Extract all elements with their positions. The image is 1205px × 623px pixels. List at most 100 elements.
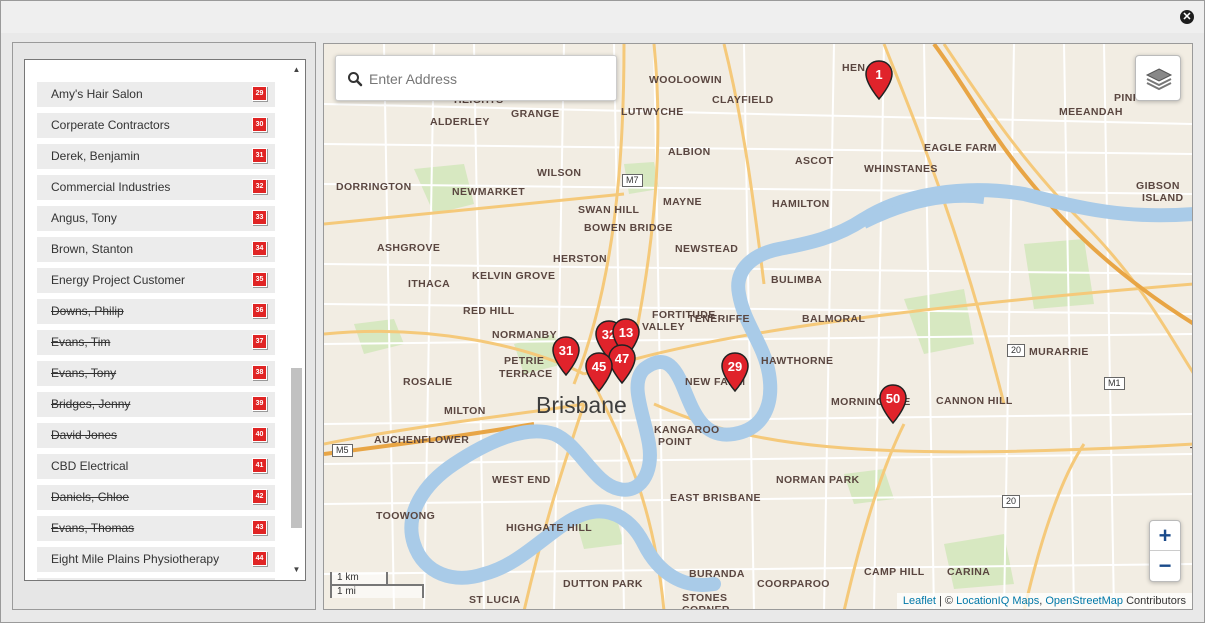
map-place-label: WHINSTANES — [864, 163, 938, 175]
scroll-thumb[interactable] — [291, 368, 302, 528]
marker-number-badge[interactable]: 37 — [252, 334, 267, 349]
map-place-label: ROSALIE — [403, 376, 453, 388]
map-place-label: GRANGE — [511, 108, 560, 120]
list-item[interactable]: Daniels, Chloe 42 — [37, 485, 275, 510]
map-place-label: HEN — [842, 62, 866, 74]
map-place-label: ISLAND — [1142, 192, 1184, 204]
marker-number-badge[interactable]: 42 — [252, 489, 267, 504]
leaflet-link[interactable]: Leaflet — [903, 595, 936, 607]
list-item[interactable]: Eight Mile Plains Physiotherapy 44 — [37, 547, 275, 572]
map-place-label: BULIMBA — [771, 274, 823, 286]
list-item[interactable]: David Jones 40 — [37, 423, 275, 448]
layers-icon — [1145, 68, 1173, 91]
layers-button[interactable] — [1135, 55, 1181, 101]
map-marker[interactable]: 50 — [879, 384, 907, 425]
list-item-label: David Jones — [51, 428, 118, 442]
marker-number-badge[interactable]: 44 — [252, 551, 267, 566]
map-place-label: CARINA — [947, 566, 991, 578]
map-place-label: POINT — [658, 436, 693, 448]
list-item[interactable]: Brown, Stanton 34 — [37, 237, 275, 262]
scroll-down-icon[interactable]: ▼ — [288, 562, 305, 578]
list-item-label: Downs, Philip — [51, 304, 124, 318]
map-marker[interactable]: 31 — [552, 336, 580, 377]
list-item[interactable]: Angus, Tony 33 — [37, 206, 275, 231]
map-place-label: CANNON HILL — [936, 395, 1013, 407]
zoom-out-button[interactable]: − — [1150, 551, 1180, 581]
road-shield: M7 — [622, 174, 643, 187]
map-marker[interactable]: 1 — [865, 60, 893, 101]
map-place-label: SWAN HILL — [578, 204, 640, 216]
list-item[interactable]: Energy Project Customer 35 — [37, 268, 275, 293]
road-shield: M1 — [1104, 377, 1125, 390]
map-place-label: MURARRIE — [1029, 346, 1089, 358]
list-item[interactable]: Commercial Industries 32 — [37, 175, 275, 200]
osm-link[interactable]: OpenStreetMap — [1045, 595, 1123, 607]
marker-number-badge[interactable]: 41 — [252, 458, 267, 473]
marker-number-badge[interactable]: 30 — [252, 117, 267, 132]
map-place-label: LUTWYCHE — [621, 106, 684, 118]
list-item-label: Eight Mile Plains Physiotherapy — [51, 552, 220, 566]
close-icon[interactable]: ✕ — [1180, 10, 1194, 24]
map-place-label: BOWEN BRIDGE — [584, 222, 673, 234]
marker-number-badge[interactable]: 39 — [252, 396, 267, 411]
customer-list[interactable]: Amy's Hair Salon 29 Corperate Contractors 3… — [24, 59, 306, 581]
map-place-label: MAYNE — [663, 196, 702, 208]
list-item[interactable]: Corperate Contractors 30 — [37, 113, 275, 138]
marker-number-badge[interactable]: 40 — [252, 427, 267, 442]
locationiq-link[interactable]: LocationIQ Maps — [956, 595, 1039, 607]
map-marker[interactable]: 45 — [585, 352, 613, 393]
map-place-label: ASHGROVE — [377, 242, 441, 254]
list-item[interactable]: Amy's Hair Salon 29 — [37, 82, 275, 107]
marker-number-badge[interactable]: 31 — [252, 148, 267, 163]
list-item[interactable]: CBD Studios45 — [37, 578, 275, 580]
address-search-input[interactable] — [369, 66, 609, 92]
marker-number-badge[interactable]: 34 — [252, 241, 267, 256]
list-item[interactable]: Evans, Tim 37 — [37, 330, 275, 355]
list-item-label: Angus, Tony — [51, 211, 117, 225]
title-bar: ✕ — [1, 1, 1204, 33]
map[interactable]: WOOLOOWINCLAYFIELDHEIGHTSALDERLEYGRANGEL… — [323, 43, 1193, 610]
map-place-label: WEST END — [492, 474, 551, 486]
marker-number-badge[interactable]: 29 — [252, 86, 267, 101]
marker-number-badge[interactable]: 33 — [252, 210, 267, 225]
customer-list-items: Amy's Hair Salon 29 Corperate Contractors 3… — [37, 82, 275, 580]
list-item[interactable]: Downs, Philip 36 — [37, 299, 275, 324]
list-item[interactable]: Evans, Tony 38 — [37, 361, 275, 386]
list-item-label: Brown, Stanton — [51, 242, 134, 256]
map-place-label: HAMILTON — [772, 198, 830, 210]
list-scrollbar[interactable]: ▲ ▼ — [288, 60, 305, 580]
map-place-label: HERSTON — [553, 253, 607, 265]
map-marker-number: 50 — [885, 391, 901, 406]
list-item[interactable]: Bridges, Jenny 39 — [37, 392, 275, 417]
road-shield: M5 — [332, 444, 353, 457]
scroll-up-icon[interactable]: ▲ — [288, 62, 305, 78]
map-place-label: AUCHENFLOWER — [374, 434, 470, 446]
map-marker[interactable]: 29 — [721, 352, 749, 393]
marker-number-badge[interactable]: 32 — [252, 179, 267, 194]
marker-number-badge[interactable]: 43 — [252, 520, 267, 535]
map-place-label: TOOWONG — [376, 510, 436, 522]
city-label: Brisbane — [536, 392, 627, 418]
marker-number-badge[interactable]: 36 — [252, 303, 267, 318]
map-place-label: ASCOT — [795, 155, 834, 167]
list-item-label: Bridges, Jenny — [51, 397, 131, 411]
zoom-in-button[interactable]: + — [1150, 521, 1180, 551]
list-item[interactable]: CBD Electrical 41 — [37, 454, 275, 479]
list-item[interactable]: Derek, Benjamin 31 — [37, 144, 275, 169]
marker-number-badge[interactable]: 38 — [252, 365, 267, 380]
list-item[interactable]: Evans, Thomas 43 — [37, 516, 275, 541]
map-tiles — [324, 44, 1192, 609]
marker-number-badge[interactable]: 35 — [252, 272, 267, 287]
map-place-label: TING — [1190, 445, 1192, 457]
map-marker-number: 31 — [558, 343, 574, 358]
map-place-label: NORMAN PARK — [776, 474, 860, 486]
map-place-label: ITHACA — [408, 278, 451, 290]
zoom-control: + − — [1149, 520, 1181, 582]
map-place-label: HIGHGATE HILL — [506, 522, 593, 534]
map-place-label: KANGAROO — [654, 424, 720, 436]
map-place-label: BALMORAL — [802, 313, 866, 325]
map-place-label: ALBION — [668, 146, 711, 158]
map-place-label: VALLEY — [642, 321, 686, 333]
customer-list-panel: Amy's Hair Salon 29 Corperate Contractors 3… — [12, 42, 316, 610]
map-place-label: MILTON — [444, 405, 486, 417]
